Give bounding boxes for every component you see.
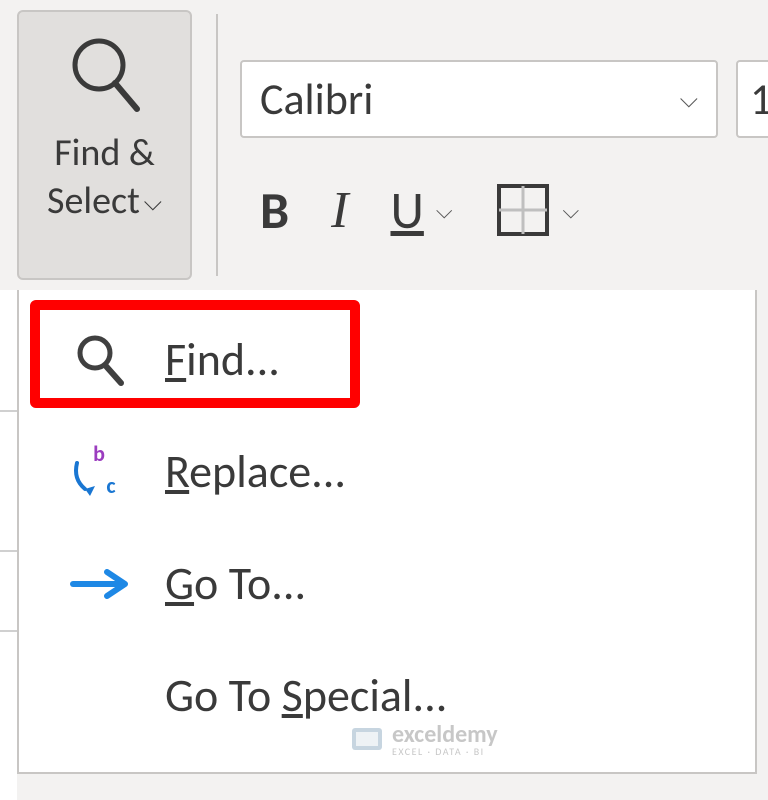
- find-select-label: Find & Select⌵: [47, 130, 162, 225]
- menu-label-goto: Go To...: [165, 556, 306, 612]
- arrow-right-icon: [65, 549, 135, 619]
- menu-label-goto-special: Go To Special...: [165, 668, 447, 724]
- watermark-tagline: EXCEL · DATA · BI: [392, 745, 498, 758]
- chevron-down-icon: ⌵: [680, 85, 698, 114]
- font-size-field[interactable]: 1: [736, 60, 768, 138]
- menu-label-replace: Replace...: [165, 444, 346, 500]
- menu-item-replace[interactable]: b c Replace...: [19, 416, 755, 528]
- bold-button[interactable]: B: [260, 178, 289, 242]
- magnify-icon: [60, 30, 150, 120]
- replace-icon: b c: [65, 437, 135, 507]
- chevron-down-icon: ⌵: [144, 188, 162, 217]
- find-icon: [65, 325, 135, 395]
- svg-text:b: b: [93, 443, 105, 467]
- chevron-down-icon[interactable]: ⌵: [436, 197, 453, 224]
- blank-icon: [65, 661, 135, 731]
- menu-item-find[interactable]: Find...: [19, 304, 755, 416]
- find-select-button[interactable]: Find & Select⌵: [17, 10, 192, 280]
- italic-button[interactable]: I: [331, 181, 348, 240]
- find-select-line1: Find &: [54, 130, 155, 176]
- borders-icon[interactable]: [495, 182, 551, 238]
- font-size-value: 1: [750, 72, 768, 126]
- format-toolbar: B I U ⌵ ⌵: [260, 178, 579, 242]
- menu-item-goto[interactable]: Go To...: [19, 528, 755, 640]
- spreadsheet-edge: [0, 290, 17, 800]
- find-select-dropdown-menu: Find... b c Replace... Go To... Go To Sp…: [17, 290, 757, 774]
- font-name-dropdown[interactable]: Calibri ⌵: [240, 60, 718, 138]
- chevron-down-icon[interactable]: ⌵: [563, 197, 580, 224]
- watermark: exceldemy EXCEL · DATA · BI: [350, 720, 498, 758]
- find-select-line2: Select: [47, 178, 140, 224]
- ribbon-divider: [216, 14, 218, 276]
- menu-label-find: Find...: [165, 332, 280, 388]
- svg-text:c: c: [106, 472, 115, 499]
- underline-button[interactable]: U: [390, 178, 423, 242]
- ribbon-area: Find & Select⌵ Calibri ⌵ 1 B I U ⌵ ⌵: [0, 0, 768, 290]
- watermark-logo-icon: [350, 722, 384, 756]
- font-name-value: Calibri: [260, 72, 373, 126]
